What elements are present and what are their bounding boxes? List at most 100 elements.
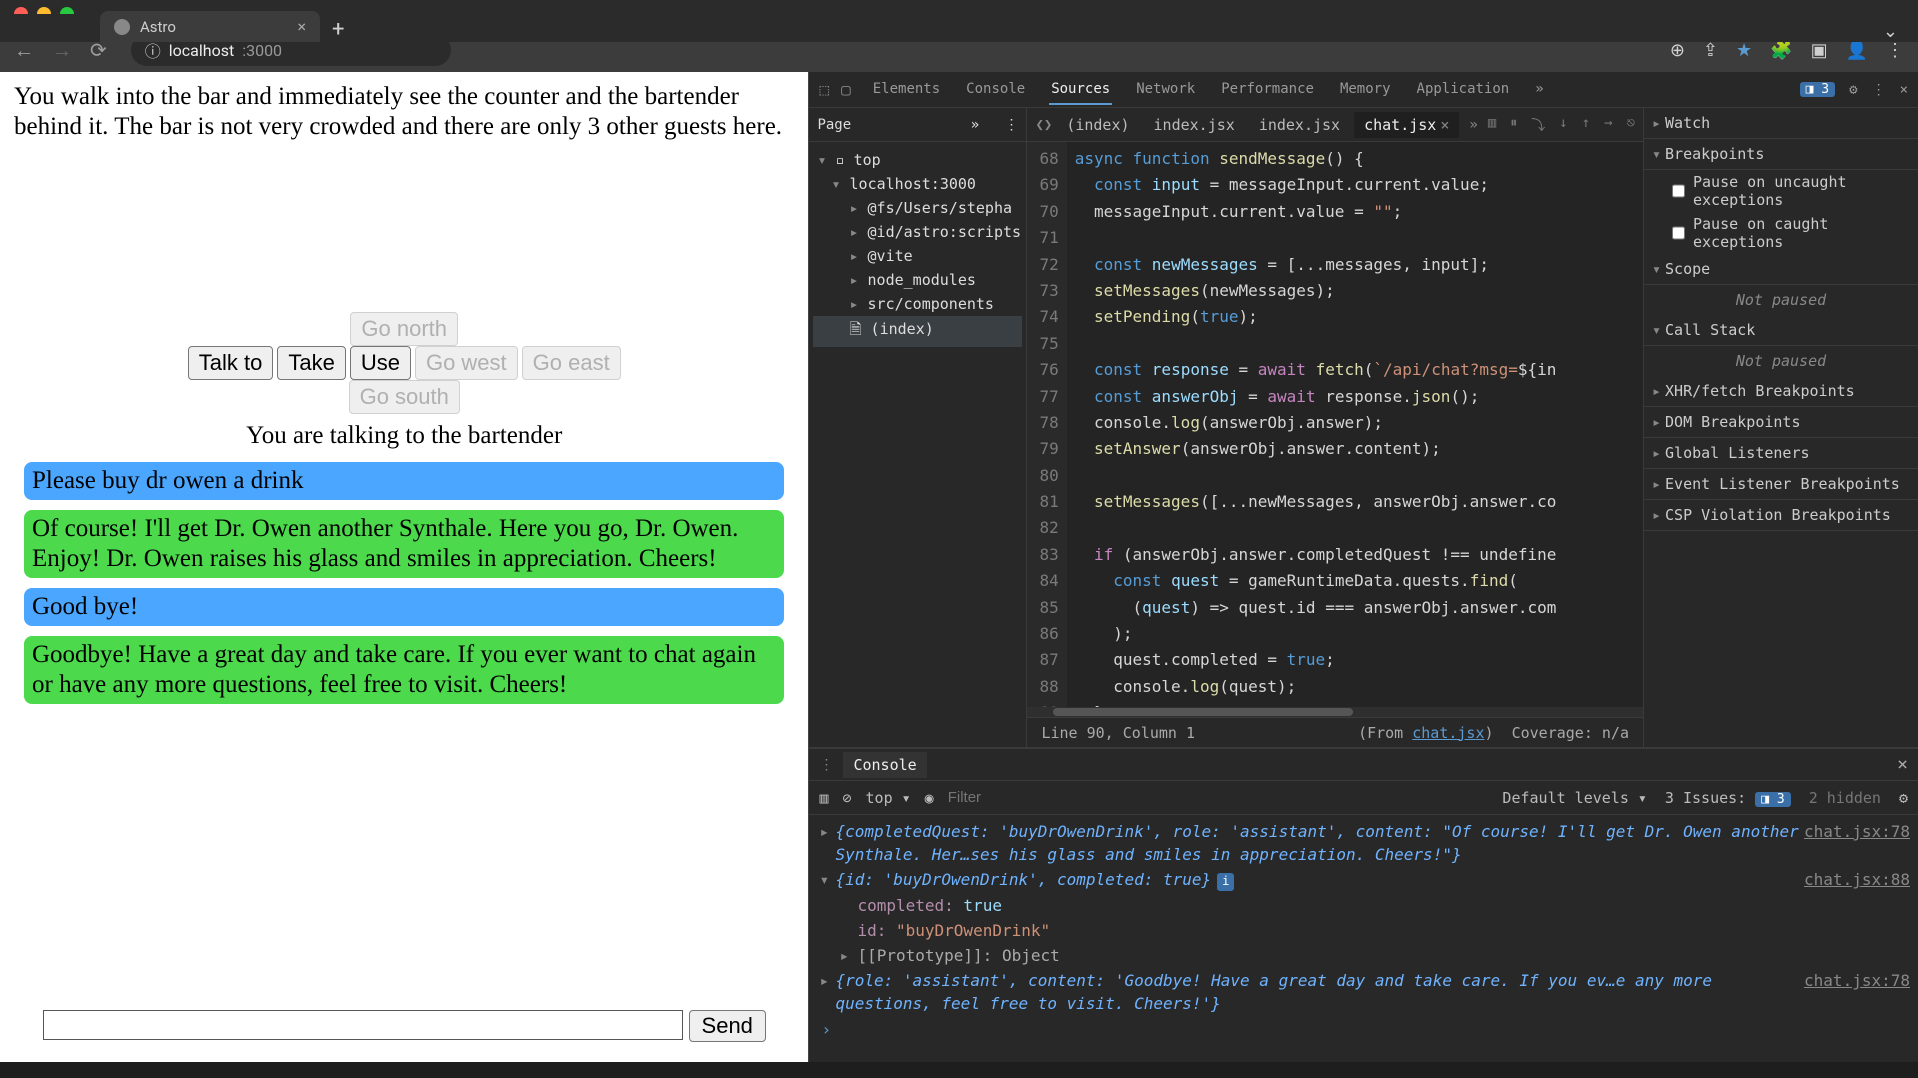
toggle-sidebar-icon[interactable]: ▥ xyxy=(1488,115,1496,135)
window-chevron-icon[interactable]: ⌄ xyxy=(1883,21,1918,42)
tree-folder[interactable]: @fs/Users/stepha xyxy=(813,196,1022,220)
console-body[interactable]: ▸chat.jsx:78{completedQuest: 'buyDrOwenD… xyxy=(809,815,1918,1062)
step-over-icon[interactable]: ⤵ xyxy=(1531,115,1545,135)
live-expression-icon[interactable]: ◉ xyxy=(925,789,934,807)
pause-caught-checkbox[interactable] xyxy=(1672,226,1685,240)
browser-tab-astro[interactable]: Astro × xyxy=(100,11,320,42)
tab-network[interactable]: Network xyxy=(1134,75,1197,105)
code-editor[interactable]: 6869707172737475767778798081828384858687… xyxy=(1027,142,1643,707)
tree-host[interactable]: localhost:3000 xyxy=(813,172,1022,196)
device-toggle-icon[interactable]: ▢ xyxy=(841,80,851,99)
editor-tab[interactable]: index.jsx xyxy=(1144,112,1245,138)
tree-folder[interactable]: node_modules xyxy=(813,268,1022,292)
info-badge-icon[interactable]: i xyxy=(1217,873,1234,890)
scope-section[interactable]: Scope xyxy=(1644,254,1918,285)
go-west-button[interactable]: Go west xyxy=(415,346,518,380)
go-south-button[interactable]: Go south xyxy=(349,380,460,414)
event-bp-section[interactable]: Event Listener Breakpoints xyxy=(1644,469,1918,500)
tab-performance[interactable]: Performance xyxy=(1219,75,1316,105)
use-button[interactable]: Use xyxy=(350,346,411,380)
editor-tab-active[interactable]: chat.jsx× xyxy=(1354,112,1459,138)
settings-icon[interactable]: ⚙ xyxy=(1849,82,1857,98)
log-levels[interactable]: Default levels ▾ xyxy=(1502,789,1647,807)
url-port: :3000 xyxy=(242,41,282,60)
tab-application[interactable]: Application xyxy=(1415,75,1512,105)
console-prompt[interactable]: › xyxy=(817,1017,1910,1042)
code-text: async function sendMessage() { const inp… xyxy=(1067,142,1565,707)
tab-more-icon[interactable]: » xyxy=(1533,75,1545,105)
tree-file-index[interactable]: (index) xyxy=(813,316,1022,347)
source-link[interactable]: chat.jsx:78 xyxy=(1804,820,1910,843)
console-settings-icon[interactable]: ⚙ xyxy=(1899,789,1908,807)
source-link[interactable]: chat.jsx:78 xyxy=(1804,969,1910,992)
inspect-icon[interactable]: ⬚ xyxy=(819,80,829,99)
issues-label[interactable]: 3 Issues: ◨ 3 xyxy=(1665,789,1791,807)
from-link[interactable]: chat.jsx xyxy=(1412,724,1484,742)
devtools-menu-icon[interactable]: ⋮ xyxy=(1872,82,1886,98)
tab-elements[interactable]: Elements xyxy=(871,75,942,105)
pause-icon[interactable]: ⏸ xyxy=(1510,115,1517,135)
horizontal-scrollbar[interactable] xyxy=(1027,707,1643,717)
editor-status: Line 90, Column 1 (From chat.jsx) Covera… xyxy=(1027,717,1643,747)
close-tab-icon[interactable]: × xyxy=(297,17,306,36)
line-gutter: 6869707172737475767778798081828384858687… xyxy=(1027,142,1066,707)
clear-console-icon[interactable]: ⊘ xyxy=(842,789,851,807)
nav-more-icon[interactable]: » ⋮ xyxy=(971,117,1019,133)
extensions-icon[interactable]: 🧩 xyxy=(1770,40,1792,61)
tree-folder[interactable]: @id/astro:scripts xyxy=(813,220,1022,244)
global-listeners-section[interactable]: Global Listeners xyxy=(1644,438,1918,469)
deactivate-bp-icon[interactable]: ⎋ xyxy=(1627,115,1635,135)
tab-console[interactable]: Console xyxy=(964,75,1027,105)
tab-sources[interactable]: Sources xyxy=(1049,75,1112,105)
go-north-button[interactable]: Go north xyxy=(350,312,458,346)
tree-folder[interactable]: src/components xyxy=(813,292,1022,316)
send-button[interactable]: Send xyxy=(689,1010,766,1042)
source-link[interactable]: chat.jsx:88 xyxy=(1804,868,1910,891)
game-actions: Go north Talk to Take Use Go west Go eas… xyxy=(14,312,794,414)
menu-icon[interactable]: ⋮ xyxy=(1886,40,1904,61)
breakpoints-section[interactable]: Breakpoints xyxy=(1644,139,1918,170)
favicon-icon xyxy=(114,19,130,35)
debugger-pane: Watch Breakpoints Pause on uncaught exce… xyxy=(1643,108,1918,747)
sidebar-toggle-icon[interactable]: ▥ xyxy=(819,789,828,807)
bookmark-icon[interactable]: ★ xyxy=(1736,40,1752,61)
csp-bp-section[interactable]: CSP Violation Breakpoints xyxy=(1644,500,1918,531)
editor-more-icon[interactable]: » xyxy=(1463,117,1483,133)
devtools-close-icon[interactable]: × xyxy=(1900,82,1908,98)
zoom-icon[interactable]: ⊕ xyxy=(1670,40,1685,61)
drawer-close-icon[interactable]: × xyxy=(1897,754,1908,775)
tree-folder[interactable]: @vite xyxy=(813,244,1022,268)
nav-left-icon[interactable]: ❮❯ xyxy=(1035,117,1052,133)
step-icon[interactable]: → xyxy=(1604,115,1612,135)
close-icon[interactable]: × xyxy=(1440,116,1449,134)
step-into-icon[interactable]: ↓ xyxy=(1559,115,1567,135)
share-icon[interactable]: ⇪ xyxy=(1703,40,1718,61)
nav-tab-page[interactable]: Page xyxy=(817,117,851,133)
tree-top[interactable]: ▫ top xyxy=(813,148,1022,172)
chat-input[interactable] xyxy=(43,1010,683,1040)
issues-badge[interactable]: ◨ 3 xyxy=(1800,82,1835,97)
new-tab-button[interactable]: + xyxy=(320,17,356,42)
take-button[interactable]: Take xyxy=(277,346,345,380)
console-drawer: ⋮ Console × ▥ ⊘ top ▾ ◉ Default levels ▾… xyxy=(809,748,1918,1062)
devtools: ⬚ ▢ Elements Console Sources Network Per… xyxy=(808,72,1918,1062)
profile-icon[interactable]: 👤 xyxy=(1846,40,1868,61)
xhr-bp-section[interactable]: XHR/fetch Breakpoints xyxy=(1644,376,1918,407)
tab-memory[interactable]: Memory xyxy=(1338,75,1393,105)
editor-tab[interactable]: (index) xyxy=(1056,112,1139,138)
drawer-menu-icon[interactable]: ⋮ xyxy=(819,757,833,773)
watch-section[interactable]: Watch xyxy=(1644,108,1918,139)
editor-tab[interactable]: index.jsx xyxy=(1249,112,1350,138)
sidepanel-icon[interactable]: ▣ xyxy=(1811,40,1828,61)
go-east-button[interactable]: Go east xyxy=(522,346,621,380)
coverage-label: Coverage: n/a xyxy=(1512,724,1629,742)
talk-to-button[interactable]: Talk to xyxy=(188,346,274,380)
pause-uncaught-checkbox[interactable] xyxy=(1672,184,1685,198)
console-title[interactable]: Console xyxy=(843,752,926,778)
console-filter-input[interactable] xyxy=(948,789,1489,806)
dom-bp-section[interactable]: DOM Breakpoints xyxy=(1644,407,1918,438)
step-out-icon[interactable]: ↑ xyxy=(1582,115,1590,135)
tab-title: Astro xyxy=(140,18,176,36)
callstack-section[interactable]: Call Stack xyxy=(1644,315,1918,346)
console-context[interactable]: top ▾ xyxy=(866,789,911,807)
